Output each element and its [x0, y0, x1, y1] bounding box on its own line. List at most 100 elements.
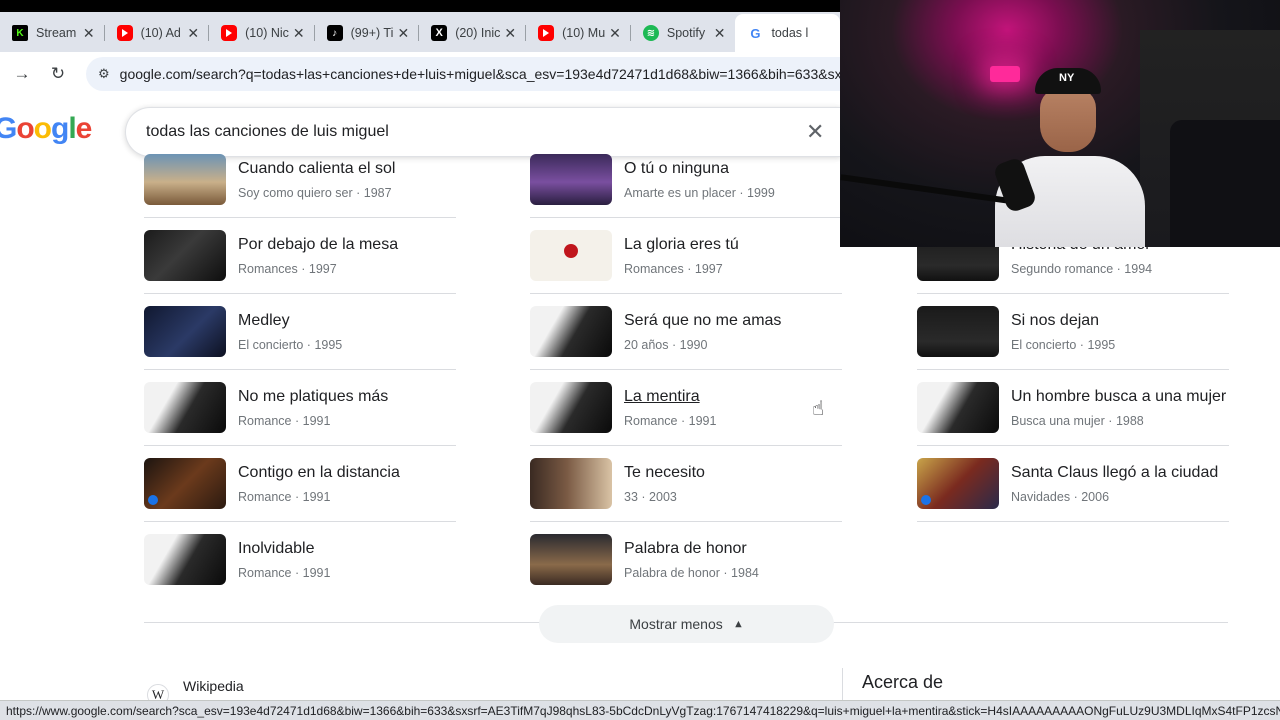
song-meta: Soy como quiero ser · 1987	[238, 186, 392, 200]
song-year: 1991	[302, 490, 331, 504]
source-label[interactable]: Wikipedia	[183, 678, 244, 694]
warner-badge-icon	[148, 495, 158, 505]
song-album: Navidades	[1011, 490, 1071, 504]
song-album: El concierto	[238, 338, 304, 352]
clear-icon[interactable]: ✕	[806, 119, 824, 145]
tab-youtube-3[interactable]: (10) Mu ✕	[526, 14, 631, 52]
song-item[interactable]: Palabra de honor Palabra de honor · 1984	[530, 522, 842, 598]
song-year: 2003	[649, 490, 677, 504]
tab-x[interactable]: X (20) Inic ✕	[419, 14, 527, 52]
meta-separator: ·	[294, 414, 300, 428]
meta-separator: ·	[356, 186, 361, 200]
song-title: Si nos dejan	[1011, 312, 1100, 329]
forward-arrow-icon[interactable]: →	[8, 60, 36, 88]
song-title: No me platiques más	[238, 388, 389, 405]
album-cover	[917, 458, 999, 509]
omnibox[interactable]: ⚙ google.com/search?q=todas+las+cancione…	[86, 57, 840, 91]
album-cover	[144, 458, 226, 509]
song-item[interactable]: Contigo en la distancia Romance · 1991	[144, 446, 456, 522]
song-item[interactable]: Cuando calienta el sol Soy como quiero s…	[144, 154, 456, 218]
kick-icon: K	[12, 25, 28, 41]
song-title: Un hombre busca a una mujer	[1011, 388, 1227, 405]
url-text[interactable]: google.com/search?q=todas+las+canciones+…	[120, 66, 840, 82]
song-item[interactable]: Te necesito 33 · 2003	[530, 446, 842, 522]
song-title: Inolvidable	[238, 540, 315, 557]
spotify-icon: ≋	[642, 25, 659, 41]
song-year: 1991	[302, 566, 331, 580]
song-item[interactable]: Santa Claus llegó a la ciudad Navidades …	[917, 446, 1229, 522]
song-album: Romance	[238, 566, 292, 580]
close-icon[interactable]: ✕	[83, 25, 95, 42]
reload-icon[interactable]: ↻	[44, 60, 72, 88]
google-logo[interactable]: Google	[0, 112, 92, 146]
song-album: Romances	[624, 262, 684, 276]
song-title-hovered[interactable]: La mentira	[624, 388, 700, 406]
close-icon[interactable]: ✕	[609, 25, 621, 42]
song-meta: Amarte es un placer · 1999	[624, 186, 775, 200]
close-icon[interactable]: ✕	[187, 25, 199, 42]
tab-kick[interactable]: K Stream ✕	[0, 14, 105, 52]
song-year: 2006	[1081, 490, 1110, 504]
streamer-face	[1040, 88, 1096, 152]
tab-youtube-1[interactable]: (10) Ad ✕	[105, 14, 210, 52]
song-item[interactable]: O tú o ninguna Amarte es un placer · 199…	[530, 154, 842, 218]
show-less-button[interactable]: Mostrar menos ▼	[539, 605, 834, 643]
tab-google-active[interactable]: G todas l	[735, 14, 841, 52]
tab-title: Spotify	[666, 26, 706, 40]
about-heading: Acerca de	[862, 672, 944, 692]
song-album: 33	[624, 490, 638, 504]
tab-spotify[interactable]: ≋ Spotify ✕	[631, 14, 736, 52]
site-settings-icon[interactable]: ⚙	[98, 66, 110, 82]
song-meta: El concierto · 1995	[1011, 338, 1115, 352]
tab-title: Stream	[36, 26, 77, 40]
song-title: Por debajo de la mesa	[238, 236, 399, 253]
close-icon[interactable]: ✕	[293, 25, 305, 42]
song-item[interactable]: La gloria eres tú Romances · 1997	[530, 218, 842, 294]
song-year: 1991	[688, 414, 717, 428]
song-year: 1990	[679, 338, 708, 352]
songs-panel: Cuando calienta el sol Soy como quiero s…	[0, 154, 1280, 720]
search-box[interactable]: todas las canciones de luis miguel ✕	[125, 107, 841, 157]
songs-column-2: O tú o ninguna Amarte es un placer · 199…	[530, 154, 842, 598]
song-meta: Busca una mujer · 1988	[1011, 414, 1144, 428]
close-icon[interactable]: ✕	[397, 25, 409, 42]
song-item[interactable]: Medley El concierto · 1995	[144, 294, 456, 370]
song-title: Contigo en la distancia	[238, 464, 400, 481]
album-cover	[917, 382, 999, 433]
address-bar: → ↻ ⚙ google.com/search?q=todas+las+canc…	[0, 52, 840, 96]
album-cover	[530, 458, 612, 509]
show-less-label: Mostrar menos	[629, 616, 723, 632]
webcam-overlay: NY	[840, 0, 1280, 247]
google-header: Google todas las canciones de luis migue…	[0, 96, 841, 168]
meta-separator: ·	[641, 490, 646, 504]
meta-separator: ·	[294, 490, 300, 504]
song-item[interactable]: Un hombre busca a una mujer Busca una mu…	[917, 370, 1229, 446]
screen: K Stream ✕ (10) Ad ✕ (10) Nic ✕ ♪ (99+) …	[0, 0, 1280, 720]
tab-youtube-2[interactable]: (10) Nic ✕	[209, 14, 315, 52]
tiktok-icon: ♪	[326, 25, 343, 41]
ny-logo-icon: NY	[1059, 72, 1075, 84]
song-album: 20 años	[624, 338, 669, 352]
song-item[interactable]: Inolvidable Romance · 1991	[144, 522, 456, 598]
close-icon[interactable]: ✕	[504, 25, 516, 42]
song-item[interactable]: La mentira Romance · 1991 ☝	[530, 370, 842, 446]
meta-separator: ·	[671, 338, 677, 352]
song-item[interactable]: Si nos dejan El concierto · 1995	[917, 294, 1229, 370]
song-meta: Romance · 1991	[238, 566, 330, 580]
album-cover	[530, 534, 612, 585]
song-title: La gloria eres tú	[624, 236, 739, 253]
meta-separator: ·	[306, 338, 311, 352]
song-album: Segundo romance	[1011, 262, 1114, 276]
song-item[interactable]: Será que no me amas 20 años · 1990	[530, 294, 842, 370]
tab-tiktok[interactable]: ♪ (99+) Ti ✕	[315, 14, 420, 52]
youtube-icon	[538, 25, 555, 41]
song-item[interactable]: Por debajo de la mesa Romances · 1997	[144, 218, 456, 294]
song-meta: Segundo romance · 1994	[1011, 262, 1152, 276]
album-cover	[144, 382, 226, 433]
song-meta: 33 · 2003	[624, 490, 677, 504]
streamer: NY	[990, 60, 1150, 247]
search-input[interactable]: todas las canciones de luis miguel	[146, 123, 389, 141]
song-item[interactable]: No me platiques más Romance · 1991	[144, 370, 456, 446]
meta-separator: ·	[1079, 338, 1084, 352]
close-icon[interactable]: ✕	[714, 25, 726, 42]
